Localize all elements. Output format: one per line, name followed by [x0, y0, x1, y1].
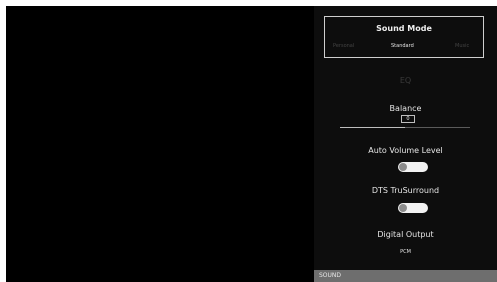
balance-value: 0	[401, 115, 415, 123]
dts-trusurround-label: DTS TruSurround	[371, 186, 440, 195]
auto-volume-toggle[interactable]	[398, 162, 428, 172]
dts-trusurround-toggle[interactable]	[398, 203, 428, 213]
sound-mode-selector[interactable]: Sound Mode Personal Standard Music	[324, 16, 484, 58]
auto-volume-label: Auto Volume Level	[368, 146, 443, 155]
balance-slider[interactable]	[340, 127, 470, 128]
tv-screen: Sound Mode Personal Standard Music EQ Ba…	[6, 6, 497, 282]
sound-mode-title: Sound Mode	[376, 24, 432, 33]
digital-output-label: Digital Output	[377, 230, 434, 239]
sound-mode-option-standard[interactable]: Standard	[391, 43, 414, 49]
balance-slider-fill	[340, 127, 405, 128]
footer-label: SOUND	[319, 272, 342, 279]
footer-bar: SOUND	[314, 270, 497, 282]
digital-output-value[interactable]: PCM	[314, 249, 497, 255]
video-area	[6, 6, 313, 276]
sound-settings-panel: Sound Mode Personal Standard Music EQ Ba…	[314, 6, 497, 276]
sound-mode-option-personal[interactable]: Personal	[333, 43, 354, 49]
sound-mode-option-music[interactable]: Music	[455, 43, 469, 49]
dts-trusurround-toggle-knob	[399, 204, 407, 212]
auto-volume-toggle-knob	[399, 163, 407, 171]
sound-mode-options: Personal Standard Music	[325, 43, 483, 53]
balance-label: Balance	[389, 104, 422, 113]
eq-menu-item[interactable]: EQ	[314, 76, 497, 85]
